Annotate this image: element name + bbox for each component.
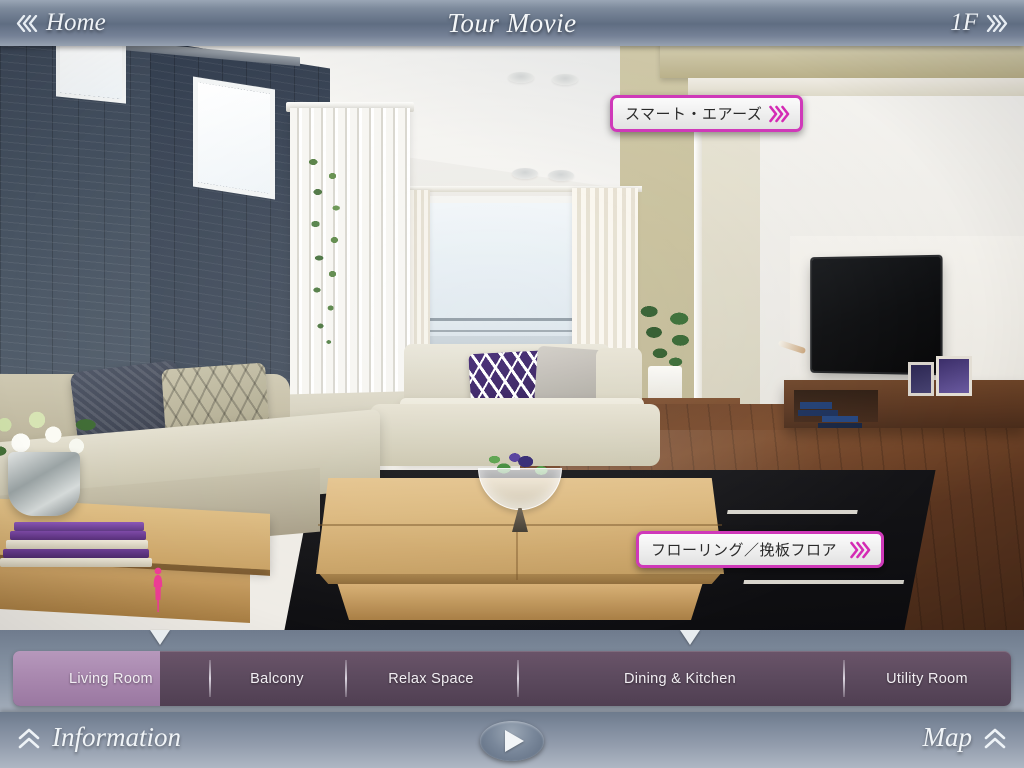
tour-movie-app: Home Tour Movie 1F スマート・エアーズ フローリング／挽板フロ… [0,0,1024,768]
information-label: Information [52,722,181,753]
clerestory-window [60,37,122,100]
nav-item-balcony[interactable]: Balcony [209,651,345,706]
double-chevron-up-icon [16,725,42,751]
wall-mounted-tv [812,257,940,373]
hotspot-label: フローリング／挽板フロア [651,539,837,560]
chapter-marker [680,630,700,645]
shelf-book [800,402,832,409]
top-bar: Home Tour Movie 1F [0,0,1024,46]
map-button[interactable]: Map [923,722,1009,753]
hotspot-label: スマート・エアーズ [625,103,762,124]
triple-chevron-right-icon [986,15,1008,32]
nav-item-label: Balcony [250,671,304,687]
play-icon [505,730,524,752]
coffee-table-base [330,584,710,620]
doorway-opening [700,96,760,426]
hotspot-tag-flooring[interactable]: フローリング／挽板フロア [636,531,884,568]
hanging-ivy-plant [304,150,350,350]
floor-label: 1F [950,9,978,37]
nav-item-label: Dining & Kitchen [624,671,736,687]
nav-item-relax-space[interactable]: Relax Space [345,651,517,706]
page-title: Tour Movie [0,8,1024,39]
silver-vase [8,452,80,516]
picture-frame [936,356,972,396]
coffee-table-seam [516,524,518,580]
nav-item-label: Living Room [69,671,153,687]
shelf-book [818,423,862,428]
stacked-books [0,518,152,576]
ceiling-light [552,74,578,85]
ceiling-light [508,72,534,83]
chapter-nav-bar[interactable]: Living Room Balcony Relax Space Dining & Ki… [13,651,1011,706]
information-button[interactable]: Information [16,722,181,753]
play-button[interactable] [480,721,544,761]
triple-chevron-right-icon [769,105,790,123]
triple-chevron-left-icon [16,15,38,32]
double-chevron-up-icon [982,725,1008,751]
potted-plant [636,300,696,372]
triple-chevron-right-icon [850,541,871,559]
nav-divider [843,660,845,697]
nav-item-dining-kitchen[interactable]: Dining & Kitchen [517,651,843,706]
map-label: Map [923,722,973,753]
home-button[interactable]: Home [16,9,106,37]
shelf-book [822,416,858,422]
nav-divider [209,660,211,697]
clerestory-window [198,82,270,193]
chapter-marker [150,630,170,645]
nav-item-utility-room[interactable]: Utility Room [843,651,1011,706]
nav-item-label: Utility Room [886,671,968,687]
ceiling-light [512,168,538,179]
door-jamb [694,92,702,428]
ceiling-light [548,170,574,181]
nav-item-label: Relax Space [388,671,474,687]
nav-item-living-room[interactable]: Living Room [13,651,209,706]
home-label: Home [46,9,106,37]
nav-divider [517,660,519,697]
human-scale-figure [152,566,164,614]
nav-divider [345,660,347,697]
hotspot-tag-smart-airs[interactable]: スマート・エアーズ [610,95,803,132]
picture-frame [908,362,934,396]
ceiling-soffit-lower [688,78,1024,96]
floor-selector[interactable]: 1F [950,9,1008,37]
